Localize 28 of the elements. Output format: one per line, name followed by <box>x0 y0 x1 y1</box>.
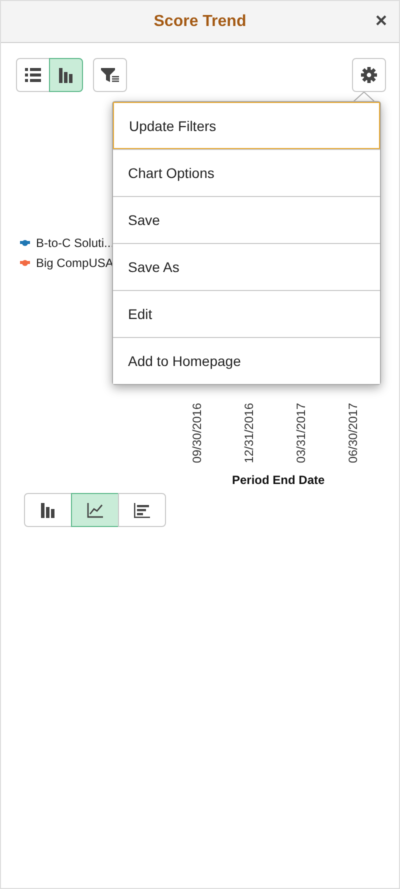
filter-icon <box>101 68 119 82</box>
menu-item[interactable]: Save As <box>113 243 380 290</box>
menu-item[interactable]: Add to Homepage <box>113 337 380 384</box>
line-chart-icon <box>87 502 103 518</box>
menu-item[interactable]: Edit <box>113 290 380 337</box>
axis-tick-label: 12/31/2016 <box>242 402 257 463</box>
legend-label: B-to-C Soluti... <box>36 236 114 250</box>
chart-type-button[interactable] <box>24 493 72 527</box>
axis-tick-label: 03/31/2017 <box>294 402 309 463</box>
legend-label: Big CompUSA <box>36 256 114 270</box>
horizontal-bar-chart-icon <box>134 502 150 518</box>
axis-title: Period End Date <box>232 473 325 487</box>
chart-type-button[interactable] <box>118 493 166 527</box>
bar-chart-icon <box>59 68 73 82</box>
panel-title: Score Trend <box>154 12 246 30</box>
menu-item[interactable]: Chart Options <box>113 149 380 196</box>
filter-button[interactable] <box>93 58 127 92</box>
close-button[interactable]: × <box>373 11 389 31</box>
view-toggle-button[interactable] <box>49 58 83 92</box>
view-toggle-button[interactable] <box>16 58 50 92</box>
chart-type-button[interactable] <box>71 493 119 527</box>
axis-tick-label: 09/30/2016 <box>190 402 205 463</box>
axis-tick-label: 06/30/2017 <box>346 402 361 463</box>
menu-item[interactable]: Save <box>113 196 380 243</box>
bar-chart-icon <box>41 502 55 518</box>
menu-item[interactable]: Update Filters <box>113 102 380 149</box>
settings-icon <box>361 67 377 83</box>
list-icon <box>25 68 41 82</box>
